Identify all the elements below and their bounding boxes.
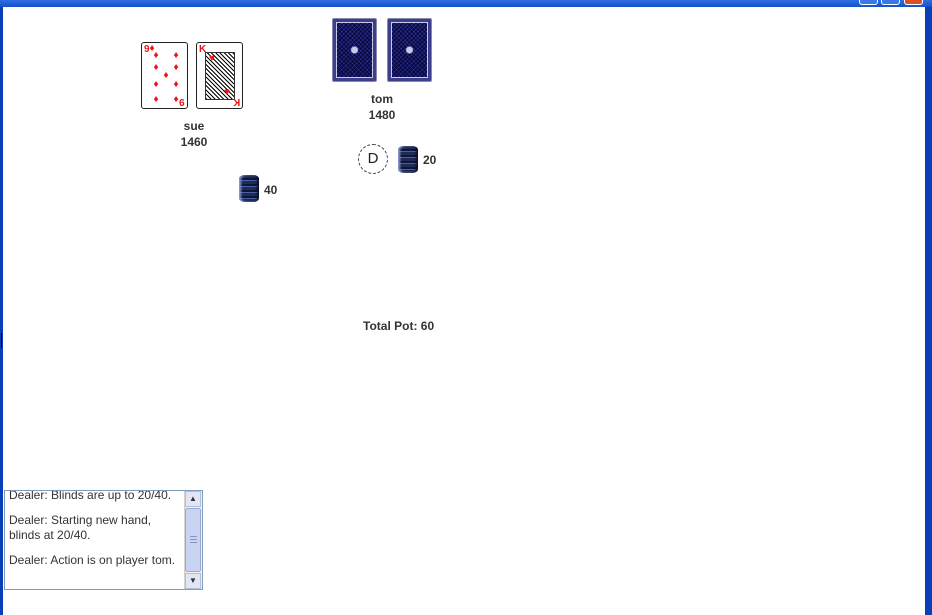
player-name-tom: tom xyxy=(371,92,393,106)
heart-suit-icon: ♦ xyxy=(153,79,159,90)
dealer-button: D xyxy=(358,144,388,174)
card-king-of-hearts: K ♥ ♥ K xyxy=(196,42,243,109)
log-scrollbar[interactable]: ▲ ▼ xyxy=(184,491,202,589)
player-name-sue: sue xyxy=(183,119,205,133)
log-line: Dealer: Starting new hand, blinds at 20/… xyxy=(9,513,152,542)
arrow-up-icon[interactable]: ▲ xyxy=(185,491,201,507)
close-button[interactable] xyxy=(904,0,923,5)
dealer-log[interactable]: Dealer: Blinds are up to 20/40. Dealer: … xyxy=(4,490,203,590)
card-rank: 9 xyxy=(179,96,185,107)
heart-suit-icon: ♦ xyxy=(153,62,159,73)
card-back xyxy=(387,18,432,82)
card-rank: K xyxy=(232,96,240,107)
bet-amount-sue: 40 xyxy=(264,183,278,197)
title-bar xyxy=(0,0,932,7)
maximize-button[interactable] xyxy=(881,0,900,5)
text-caret xyxy=(1,333,2,348)
log-line: Dealer: Blinds are up to 20/40. xyxy=(9,490,172,502)
total-pot: Total Pot: 60 xyxy=(363,319,435,333)
log-content: Dealer: Blinds are up to 20/40. Dealer: … xyxy=(9,490,185,578)
poker-chip-icon xyxy=(398,146,418,173)
heart-suit-icon: ♦ xyxy=(173,62,179,73)
card-nine-of-hearts: 9 ♦ ♦ ♦ ♦ ♦ ♦ ♦ ♦ ♦ ♦ 9 xyxy=(141,42,188,109)
arrow-down-icon[interactable]: ▼ xyxy=(185,573,201,589)
window-frame-right xyxy=(925,7,932,615)
heart-suit-icon: ♥ xyxy=(224,87,230,98)
heart-suit-icon: ♦ xyxy=(153,94,159,105)
log-line: Dealer: Action is on player tom. xyxy=(9,553,176,567)
poker-chip-icon xyxy=(239,175,259,202)
heart-suit-icon: ♦ xyxy=(153,50,159,61)
minimize-button[interactable] xyxy=(859,0,878,5)
heart-suit-icon: ♦ xyxy=(173,79,179,90)
bet-amount-tom: 20 xyxy=(423,153,437,167)
heart-suit-icon: ♥ xyxy=(209,53,215,64)
player-chips-tom: 1480 xyxy=(368,108,396,122)
heart-suit-icon: ♦ xyxy=(173,50,179,61)
card-back xyxy=(332,18,377,82)
heart-suit-icon: ♦ xyxy=(163,70,169,81)
scrollbar-thumb[interactable] xyxy=(185,508,201,572)
player-chips-sue: 1460 xyxy=(180,135,208,149)
